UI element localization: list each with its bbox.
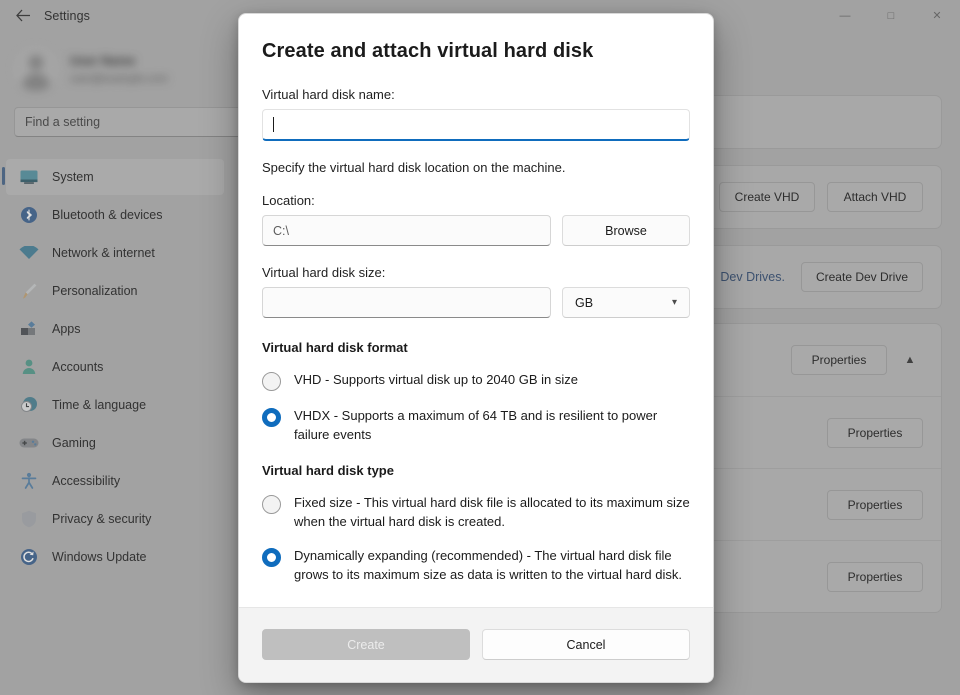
radio-button[interactable] <box>262 495 281 514</box>
vhd-name-label: Virtual hard disk name: <box>262 87 690 102</box>
chevron-down-icon: ▾ <box>672 297 677 308</box>
format-option-label: VHDX - Supports a maximum of 64 TB and i… <box>294 407 690 445</box>
dialog-footer: Create Cancel <box>239 607 713 682</box>
size-unit-value: GB <box>575 296 593 310</box>
type-group-title: Virtual hard disk type <box>262 463 690 478</box>
dialog-body: Create and attach virtual hard disk Virt… <box>239 14 713 607</box>
browse-button[interactable]: Browse <box>562 215 690 246</box>
format-group-title: Virtual hard disk format <box>262 340 690 355</box>
vhd-name-input[interactable] <box>262 109 690 141</box>
location-value: C:\ <box>273 224 289 238</box>
type-option-label: Fixed size - This virtual hard disk file… <box>294 494 690 532</box>
format-option-label: VHD - Supports virtual disk up to 2040 G… <box>294 371 578 390</box>
radio-button-selected[interactable] <box>262 548 281 567</box>
format-option-vhd[interactable]: VHD - Supports virtual disk up to 2040 G… <box>262 371 690 391</box>
create-button[interactable]: Create <box>262 629 470 660</box>
vhd-size-label: Virtual hard disk size: <box>262 265 690 280</box>
type-option-dynamic[interactable]: Dynamically expanding (recommended) - Th… <box>262 547 690 585</box>
text-cursor <box>273 117 274 132</box>
type-option-fixed[interactable]: Fixed size - This virtual hard disk file… <box>262 494 690 532</box>
size-unit-dropdown[interactable]: GB ▾ <box>562 287 690 318</box>
size-row: GB ▾ <box>262 287 690 318</box>
radio-button[interactable] <box>262 372 281 391</box>
dialog-title: Create and attach virtual hard disk <box>262 40 690 63</box>
cancel-button[interactable]: Cancel <box>482 629 690 660</box>
create-attach-vhd-dialog: Create and attach virtual hard disk Virt… <box>238 13 714 683</box>
location-label: Location: <box>262 193 690 208</box>
location-hint: Specify the virtual hard disk location o… <box>262 160 690 175</box>
format-option-vhdx[interactable]: VHDX - Supports a maximum of 64 TB and i… <box>262 407 690 445</box>
vhd-size-input[interactable] <box>262 287 551 318</box>
radio-button-selected[interactable] <box>262 408 281 427</box>
location-input[interactable]: C:\ <box>262 215 551 246</box>
type-option-label: Dynamically expanding (recommended) - Th… <box>294 547 690 585</box>
location-row: C:\ Browse <box>262 215 690 246</box>
